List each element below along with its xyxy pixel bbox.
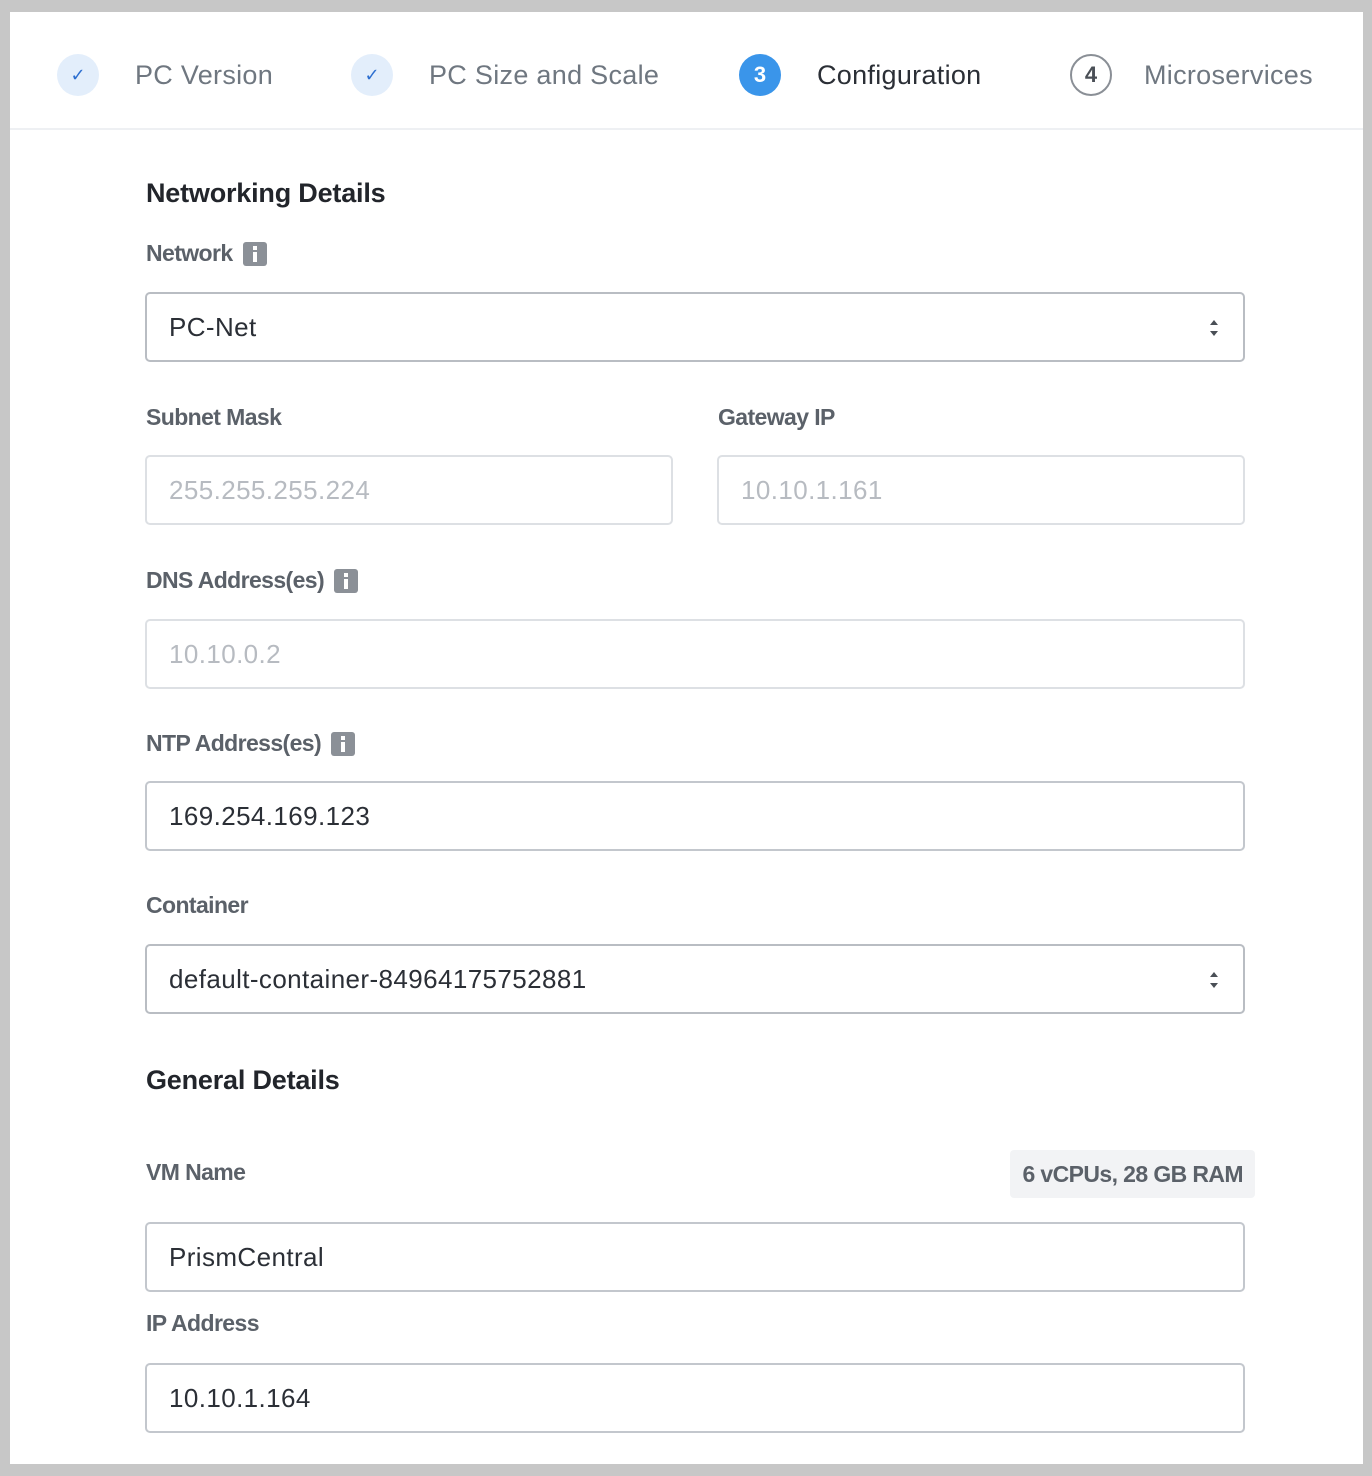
subnet-mask-label: Subnet Mask [146, 404, 282, 430]
check-icon: ✓ [351, 54, 393, 96]
vm-name-label: VM Name [146, 1159, 246, 1185]
ntp-field[interactable]: 169.254.169.123 [145, 781, 1245, 851]
select-arrows-icon [1209, 972, 1219, 988]
step-number-badge: 4 [1070, 54, 1112, 96]
gateway-ip-field[interactable]: 10.10.1.161 [717, 455, 1245, 525]
info-icon[interactable] [242, 241, 267, 266]
step-label: PC Size and Scale [429, 59, 660, 90]
step-label: Configuration [817, 59, 982, 90]
ntp-label: NTP Address(es) [146, 730, 356, 757]
ntp-value: 169.254.169.123 [169, 800, 371, 831]
network-label-text: Network [146, 240, 233, 266]
ip-address-label: IP Address [146, 1310, 259, 1336]
info-icon[interactable] [334, 568, 359, 593]
networking-details-title: Networking Details [146, 178, 386, 208]
gateway-ip-label: Gateway IP [718, 404, 835, 430]
vm-name-value: PrismCentral [169, 1241, 325, 1272]
check-icon: ✓ [57, 54, 99, 96]
container-select[interactable]: default-container-84964175752881 [145, 944, 1245, 1014]
ip-address-value: 10.10.1.164 [169, 1382, 311, 1413]
step-label: PC Version [135, 59, 274, 90]
vm-resources-badge: 6 vCPUs, 28 GB RAM [1010, 1150, 1255, 1198]
dns-label-text: DNS Address(es) [146, 567, 325, 593]
general-details-title: General Details [146, 1065, 340, 1095]
ntp-label-text: NTP Address(es) [146, 730, 322, 756]
step-number-badge: 3 [739, 54, 781, 96]
container-label: Container [146, 892, 249, 918]
subnet-mask-field[interactable]: 255.255.255.224 [145, 455, 673, 525]
gateway-ip-value: 10.10.1.161 [741, 474, 883, 505]
network-select[interactable]: PC-Net [145, 292, 1245, 362]
deployment-wizard: ✓ PC Version ✓ PC Size and Scale 3 Confi… [10, 12, 1363, 1464]
select-arrows-icon [1209, 320, 1219, 336]
wizard-steps: ✓ PC Version ✓ PC Size and Scale 3 Confi… [10, 12, 1363, 130]
network-select-value: PC-Net [169, 311, 257, 342]
dns-field[interactable]: 10.10.0.2 [145, 619, 1245, 689]
dns-value: 10.10.0.2 [169, 638, 282, 669]
step-label: Microservices [1144, 59, 1313, 90]
ip-address-field[interactable]: 10.10.1.164 [145, 1363, 1245, 1433]
network-label: Network [146, 240, 267, 267]
info-icon[interactable] [331, 731, 356, 756]
step-pc-version[interactable]: ✓ PC Version [57, 52, 273, 98]
step-pc-size-and-scale[interactable]: ✓ PC Size and Scale [351, 52, 659, 98]
container-select-value: default-container-84964175752881 [169, 963, 587, 994]
vm-name-field[interactable]: PrismCentral [145, 1222, 1245, 1292]
step-configuration[interactable]: 3 Configuration [739, 52, 982, 98]
step-microservices[interactable]: 4 Microservices [1070, 52, 1313, 98]
subnet-mask-value: 255.255.255.224 [169, 474, 371, 505]
dns-label: DNS Address(es) [146, 567, 359, 594]
